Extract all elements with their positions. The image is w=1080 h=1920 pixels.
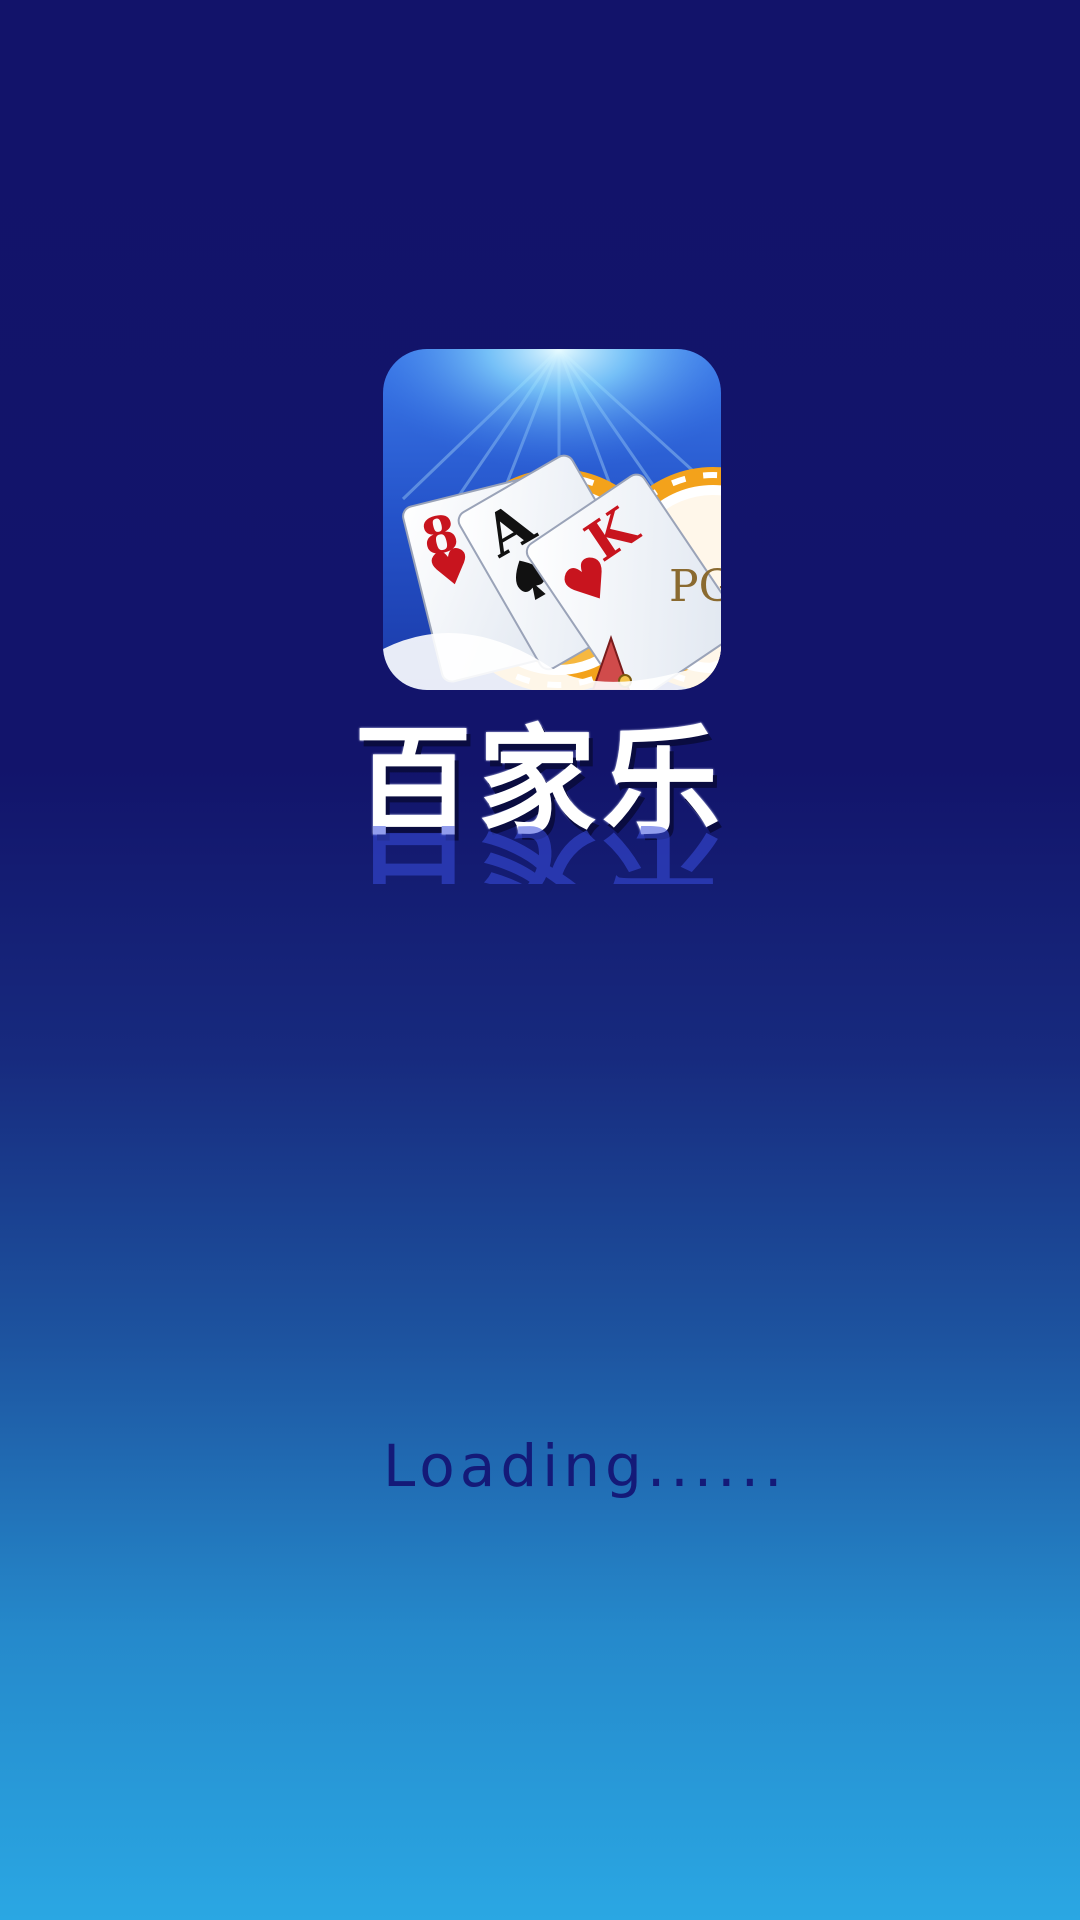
app-icon: 8 A K PG bbox=[383, 349, 721, 690]
title-reflection: 百家乐 bbox=[0, 826, 1080, 884]
loading-text: Loading...... bbox=[383, 1432, 788, 1500]
splash-screen: 8 A K PG 百家乐 百家乐 bbox=[0, 0, 1080, 1920]
playing-cards-and-chips-icon: 8 A K PG bbox=[383, 349, 721, 690]
svg-text:PG: PG bbox=[669, 561, 721, 612]
title-reflection-text: 百家乐 bbox=[354, 826, 726, 884]
